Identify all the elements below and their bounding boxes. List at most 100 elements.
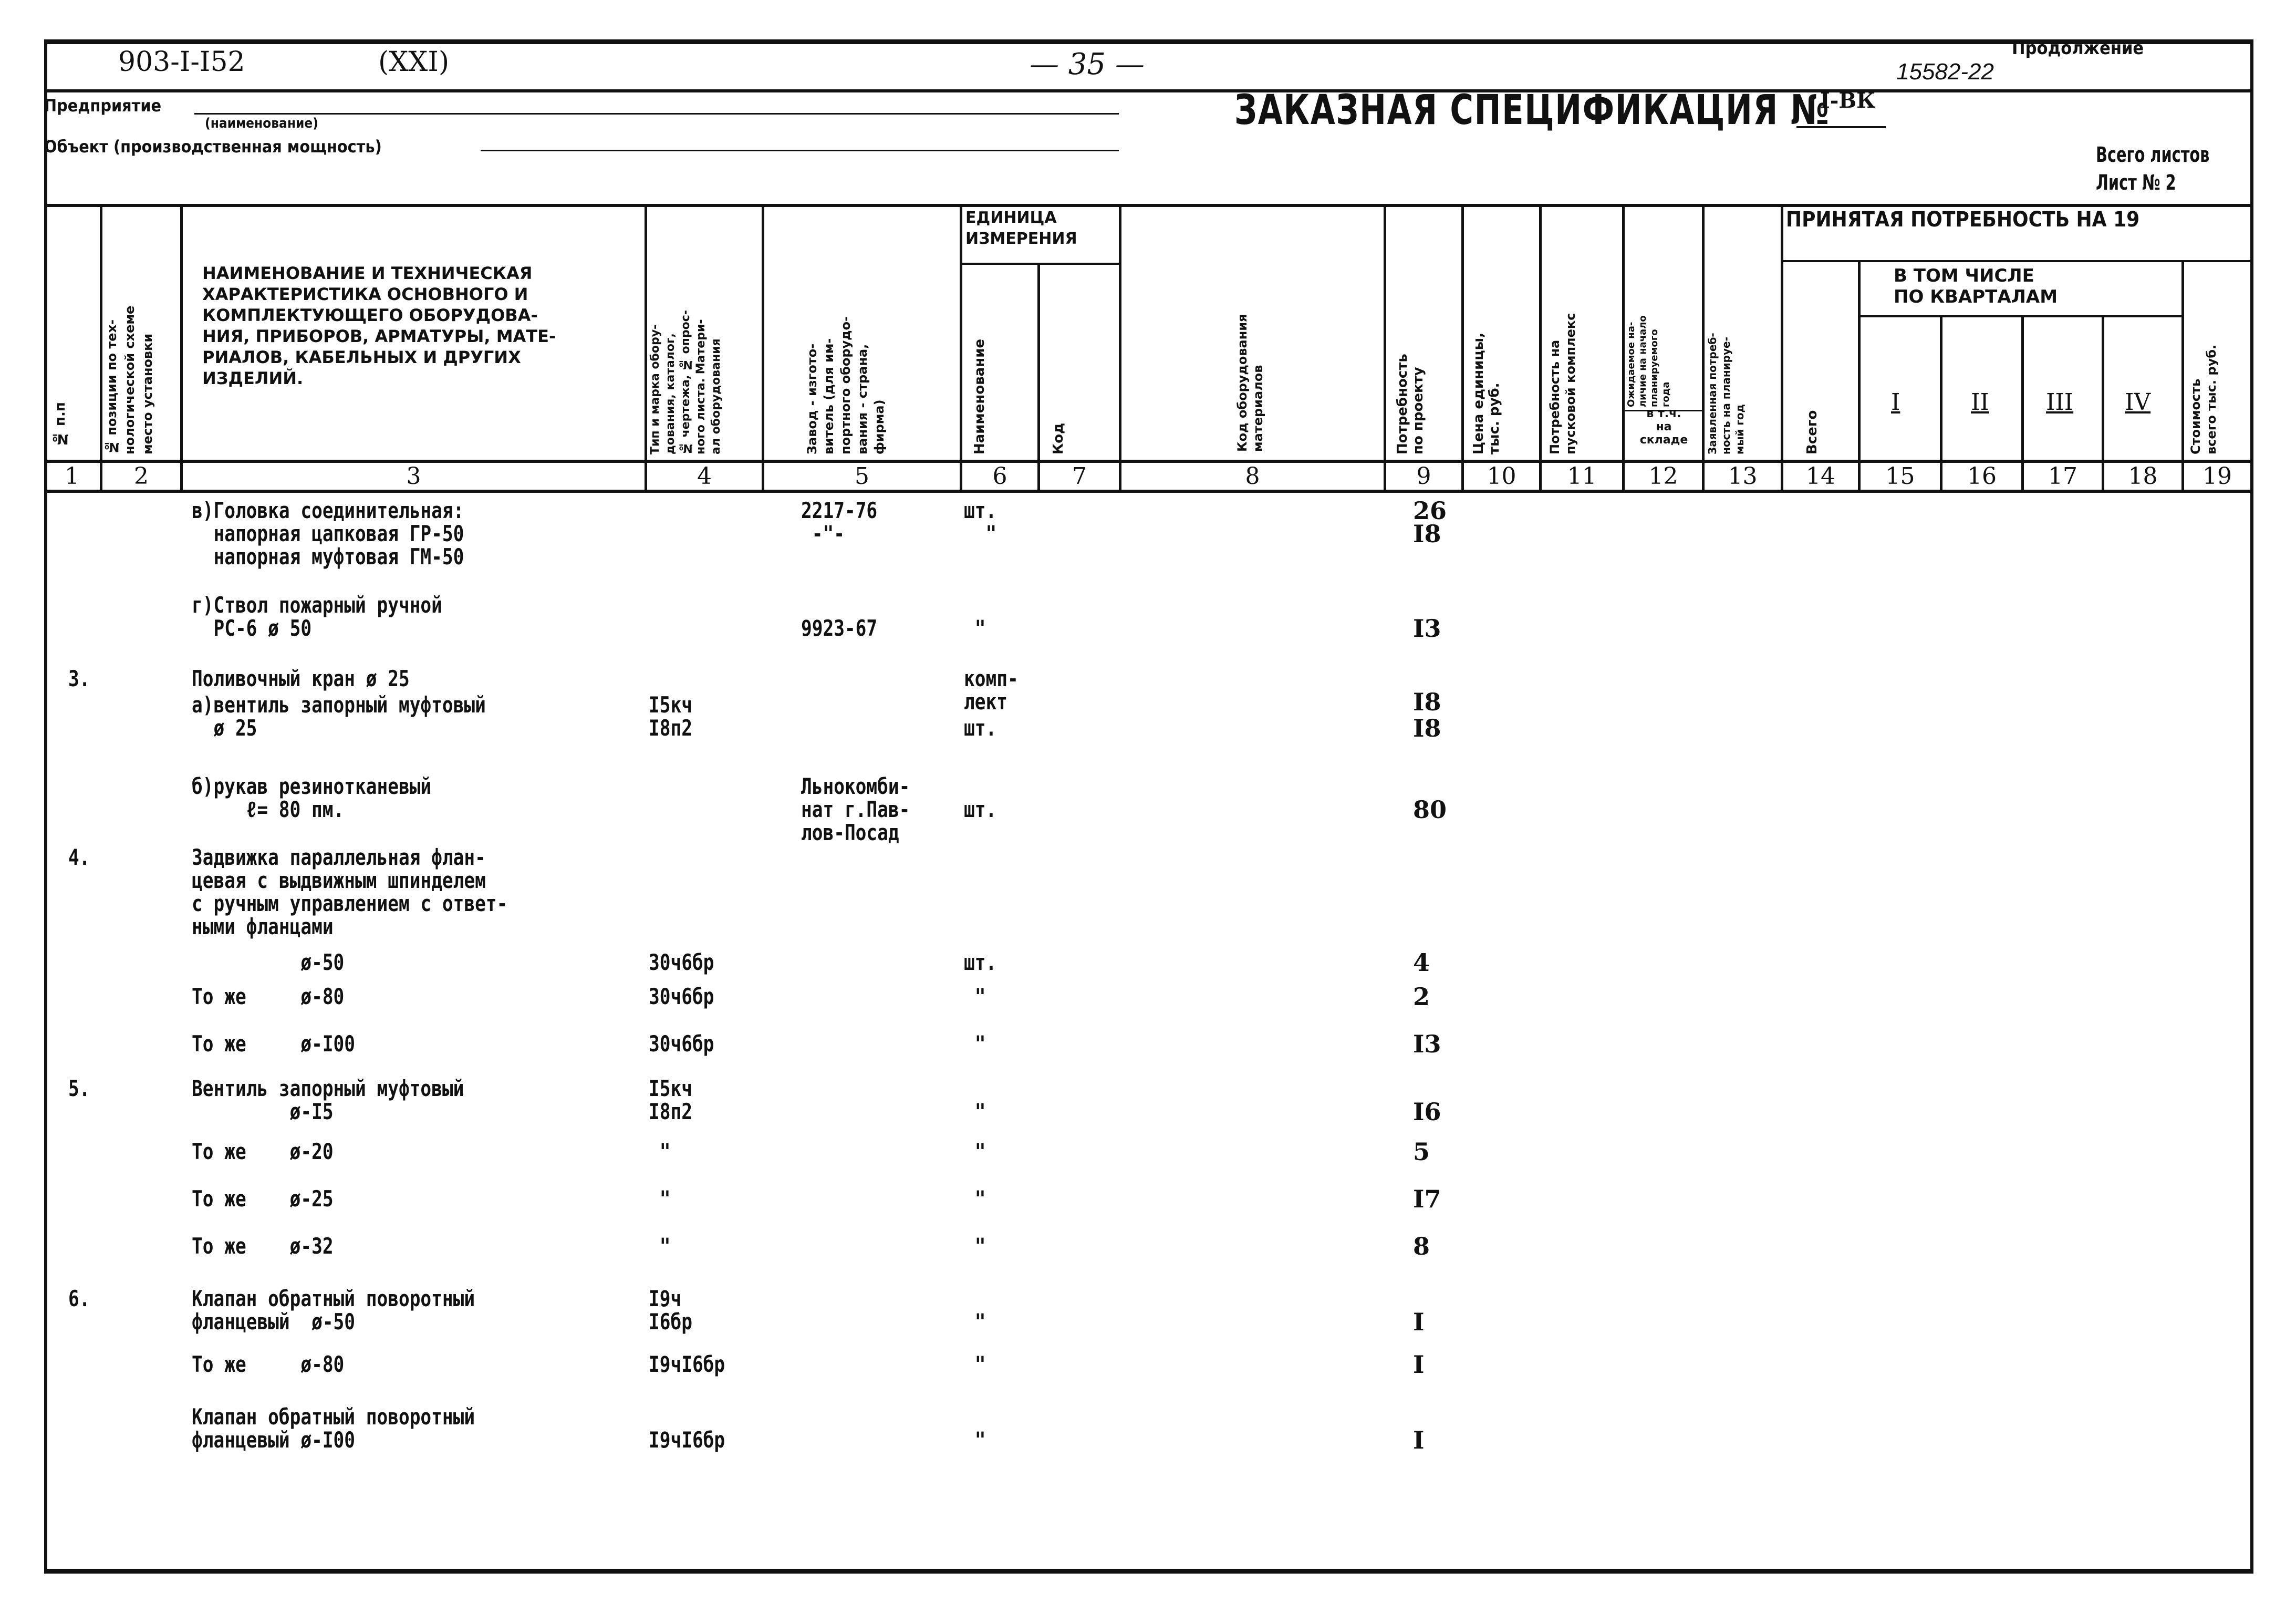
row-item-name: б)рукав резинотканевый ℓ= 80 пм. (192, 773, 432, 822)
col-number: 4 (697, 463, 712, 490)
col-divider (1461, 204, 1464, 491)
row-quantity: I (1413, 1350, 1425, 1379)
header-divider (44, 89, 2253, 92)
row-item-name: То же ø-25 (192, 1186, 334, 1212)
col-number: 19 (2203, 463, 2232, 490)
volume-number: (XXI) (378, 46, 450, 78)
col-divider (1037, 263, 1040, 491)
row-unit: шт. (964, 715, 997, 741)
row-type-mark: I9чI6бр (649, 1351, 725, 1377)
row-quantity: 8 (1413, 1232, 1430, 1260)
row-unit: " (964, 1233, 986, 1259)
col-header-15: I (1891, 389, 1900, 416)
document-title: ЗАКАЗНАЯ СПЕЦИФИКАЦИЯ № (1234, 87, 1830, 134)
col-header-11: Потребность на пусковой комплекс (1547, 313, 1578, 454)
row-position: 5. (68, 1076, 90, 1101)
row-item-name: Задвижка параллельная флан- цевая с выдв… (192, 844, 508, 939)
col-divider (645, 204, 647, 491)
col-header-13: Заявленная потреб- ность на планируе- мы… (1706, 333, 1746, 454)
col-header-2: № позиции по тех- нологической схеме мес… (105, 305, 155, 454)
row-type-mark: " (649, 1139, 671, 1164)
row-quantity: 80 (1413, 795, 1447, 824)
col-divider (1384, 204, 1386, 491)
col-number: 10 (1487, 463, 1516, 490)
col-number: 11 (1567, 463, 1597, 490)
col-divider (100, 204, 102, 491)
col-header-19: Стоимость всего тыс. руб. (2188, 344, 2219, 454)
accepted-group-header: ПРИНЯТАЯ ПОТРЕБНОСТЬ НА 19 (1786, 208, 2140, 232)
col-number: 12 (1648, 463, 1678, 490)
row-quantity: I (1413, 1426, 1425, 1454)
row-item-name: То же ø-20 (192, 1139, 334, 1164)
row-item-name: То же ø-I00 (192, 1031, 356, 1057)
col-number: 14 (1806, 463, 1835, 490)
col-number: 1 (65, 463, 79, 490)
col-number: 17 (2048, 463, 2077, 490)
row-quantity: I3 (1413, 614, 1441, 643)
enterprise-sublabel: (наименование) (205, 116, 318, 131)
col-divider (1119, 204, 1121, 491)
row-unit: " (974, 1427, 986, 1453)
col-header-16: II (1971, 389, 1989, 416)
row-unit: шт. (964, 949, 997, 975)
table-top-line (44, 204, 2253, 207)
col-header-5: Завод - изгото- витель (для им- портного… (805, 316, 887, 454)
col-header-4: Тип и марка обору- дования, каталог, № ч… (649, 310, 723, 454)
col-number: 7 (1072, 463, 1087, 490)
row-type-mark: 30ч6бр (649, 1031, 714, 1057)
col-number: 2 (134, 463, 149, 490)
col-divider (1622, 204, 1625, 491)
row-quantity: 26 I8 (1413, 497, 1447, 548)
row-item-name: Вентиль запорный муфтовый ø-I5 (192, 1076, 464, 1124)
row-position: 4. (68, 844, 90, 870)
col-header-10: Цена единицы, тыс. руб. (1471, 332, 1502, 454)
quarter-group-header: В ТОМ ЧИСЛЕ ПО КВАРТАЛАМ (1894, 265, 2058, 307)
row-unit: " (964, 1031, 986, 1057)
enterprise-field-line (194, 113, 1119, 115)
unit-group-header: ЕДИНИЦА ИЗМЕРЕНИЯ (965, 209, 1077, 248)
col-header-1: № п.п (53, 402, 68, 447)
row-unit: " (964, 984, 986, 1009)
col-number: 13 (1728, 463, 1758, 490)
col-number: 9 (1416, 463, 1431, 490)
row-quantity: I3 (1413, 1030, 1441, 1058)
row-item-name: г)Ствол пожарный ручной РС-6 ø 50 (192, 592, 442, 641)
row-quantity: I6 (1413, 1098, 1441, 1126)
col-divider (1539, 204, 1542, 491)
spec-number-line (1796, 126, 1886, 128)
col-header-12: Ожидаемое на- личие на начало планируемо… (1626, 315, 1671, 407)
row-quantity: I8 (1413, 714, 1441, 742)
col-number: 18 (2128, 463, 2158, 490)
col-header-3: НАИМЕНОВАНИЕ И ТЕХНИЧЕСКАЯ ХАРАКТЕРИСТИК… (202, 263, 556, 388)
row-unit: " (964, 1351, 986, 1377)
col-header-9: Потребность по проекту (1395, 354, 1426, 454)
col-divider (1781, 204, 1783, 491)
row-type-mark: " (649, 1233, 671, 1259)
row-type-mark: 30ч6бр (649, 984, 714, 1009)
col-divider (960, 204, 962, 491)
row-item-name: а)вентиль запорный муфтовый ø 25 (192, 692, 486, 741)
row-type-mark: " (649, 1186, 671, 1212)
row-item-name: ø-50 (192, 949, 345, 975)
row-item-name: То же ø-32 (192, 1233, 334, 1259)
row-type-mark: I9чI6бр (649, 1427, 725, 1453)
row-item-name: Клапан обратный поворотный фланцевый ø-5… (192, 1286, 475, 1335)
enterprise-label: Предприятие (44, 96, 162, 116)
row-item-name: в)Головка соединительная: напорная цапко… (192, 498, 464, 570)
row-manufacturer: Льнокомби- нат г.Пав- лов-Посад (801, 773, 910, 845)
row-item-name: То же ø-80 (192, 1351, 345, 1377)
row-item-name: Поливочный кран ø 25 (192, 666, 410, 691)
sheet-number-label: Лист № 2 (2096, 171, 2176, 195)
col-number: 6 (992, 463, 1007, 490)
col-number: 8 (1245, 463, 1260, 490)
object-label: Объект (производственная мощность) (44, 137, 382, 157)
col-number: 15 (1885, 463, 1915, 490)
page-number: — 35 — (1030, 47, 1145, 81)
spec-number: I-ВК (1820, 88, 1876, 113)
row-quantity: 2 (1413, 983, 1430, 1011)
col-header-7: Код (1051, 422, 1066, 454)
row-position: 6. (68, 1286, 90, 1311)
row-item-name: То же ø-80 (192, 984, 345, 1009)
col-divider (1702, 204, 1705, 491)
row-unit: " (964, 1139, 986, 1164)
